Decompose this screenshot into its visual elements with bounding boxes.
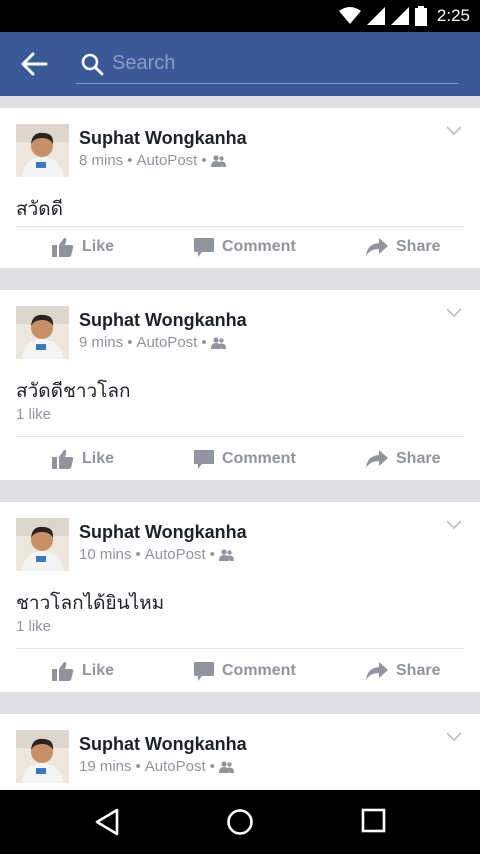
post-author[interactable]: Suphat Wongkanha	[79, 522, 247, 543]
friends-icon	[210, 154, 226, 167]
nav-back-icon[interactable]	[94, 808, 120, 836]
post-meta: 19 mins • AutoPost •	[79, 758, 234, 775]
search-placeholder: Search	[112, 52, 176, 74]
thumbs-up-icon	[52, 449, 74, 469]
meta-separator: •	[201, 152, 207, 169]
search-input[interactable]: Search	[76, 44, 458, 84]
like-count[interactable]: 1 like	[16, 406, 51, 423]
comment-button[interactable]: Comment	[194, 226, 296, 268]
chevron-down-icon[interactable]	[446, 126, 462, 136]
post-actions: Like Comment Share	[0, 438, 480, 480]
status-bar: 2:25	[0, 0, 480, 32]
post-time[interactable]: 8 mins	[79, 152, 123, 169]
post-app[interactable]: AutoPost	[145, 758, 206, 775]
comment-button[interactable]: Comment	[194, 650, 296, 692]
back-arrow-icon	[21, 52, 48, 76]
share-button[interactable]: Share	[366, 650, 440, 692]
post-card: Suphat Wongkanha 8 mins • AutoPost • สวั…	[0, 108, 480, 268]
share-label: Share	[396, 238, 441, 255]
post-time[interactable]: 19 mins	[79, 758, 132, 775]
meta-separator: •	[209, 546, 215, 563]
post-meta: 8 mins • AutoPost •	[79, 152, 226, 169]
top-app-bar: Search	[0, 32, 480, 96]
share-button[interactable]: Share	[366, 438, 440, 480]
post-time[interactable]: 10 mins	[79, 546, 132, 563]
meta-separator: •	[127, 334, 133, 351]
post-text: สวัดดีชาวโลก	[16, 381, 131, 402]
meta-separator: •	[127, 152, 133, 169]
post-author[interactable]: Suphat Wongkanha	[79, 734, 247, 755]
avatar[interactable]	[16, 730, 69, 783]
system-nav-bar	[0, 790, 480, 854]
post-app[interactable]: AutoPost	[136, 334, 197, 351]
status-icons: 2:25	[338, 6, 470, 26]
post-card: Suphat Wongkanha 9 mins • AutoPost • สวั…	[0, 290, 480, 480]
divider	[16, 648, 464, 649]
friends-icon	[218, 548, 234, 561]
search-icon	[81, 53, 104, 76]
battery-icon	[414, 6, 427, 26]
like-count[interactable]: 1 like	[16, 618, 51, 635]
share-icon	[366, 238, 388, 256]
comment-label: Comment	[222, 238, 296, 255]
avatar[interactable]	[16, 518, 69, 571]
post-author[interactable]: Suphat Wongkanha	[79, 310, 247, 331]
post-text: ชาวโลกได้ยินไหม	[16, 593, 165, 614]
post-app[interactable]: AutoPost	[145, 546, 206, 563]
thumbs-up-icon	[52, 661, 74, 681]
friends-icon	[210, 336, 226, 349]
avatar[interactable]	[16, 306, 69, 359]
post-meta: 10 mins • AutoPost •	[79, 546, 234, 563]
meta-separator: •	[201, 334, 207, 351]
like-label: Like	[82, 450, 115, 467]
signal-icon	[366, 7, 385, 25]
post-app[interactable]: AutoPost	[136, 152, 197, 169]
share-icon	[366, 450, 388, 468]
like-button[interactable]: Like	[52, 226, 114, 268]
comment-label: Comment	[222, 450, 296, 467]
like-button[interactable]: Like	[52, 650, 114, 692]
post-card: Suphat Wongkanha 19 mins • AutoPost •	[0, 714, 480, 790]
like-button[interactable]: Like	[52, 438, 114, 480]
chevron-down-icon[interactable]	[446, 732, 462, 742]
like-label: Like	[82, 238, 115, 255]
comment-icon	[194, 449, 214, 469]
comment-icon	[194, 237, 214, 257]
news-feed[interactable]: Suphat Wongkanha 8 mins • AutoPost • สวั…	[0, 96, 480, 790]
chevron-down-icon[interactable]	[446, 520, 462, 530]
post-text: สวัดดี	[16, 199, 63, 220]
status-time: 2:25	[436, 6, 470, 25]
chevron-down-icon[interactable]	[446, 308, 462, 318]
share-label: Share	[396, 662, 441, 679]
share-icon	[366, 662, 388, 680]
post-author[interactable]: Suphat Wongkanha	[79, 128, 247, 149]
post-time[interactable]: 9 mins	[79, 334, 123, 351]
comment-icon	[194, 661, 214, 681]
share-button[interactable]: Share	[366, 226, 440, 268]
post-card: Suphat Wongkanha 10 mins • AutoPost • ชา…	[0, 502, 480, 692]
friends-icon	[218, 760, 234, 773]
meta-separator: •	[135, 546, 141, 563]
comment-button[interactable]: Comment	[194, 438, 296, 480]
signal-icon	[390, 7, 409, 25]
post-meta: 9 mins • AutoPost •	[79, 334, 226, 351]
meta-separator: •	[209, 758, 215, 775]
like-label: Like	[82, 662, 115, 679]
avatar[interactable]	[16, 124, 69, 177]
share-label: Share	[396, 450, 441, 467]
back-button[interactable]	[20, 50, 52, 78]
nav-home-icon[interactable]	[226, 808, 254, 836]
comment-label: Comment	[222, 662, 296, 679]
wifi-icon	[338, 7, 361, 24]
divider	[16, 436, 464, 437]
post-actions: Like Comment Share	[0, 226, 480, 268]
nav-recents-icon[interactable]	[361, 808, 387, 834]
post-actions: Like Comment Share	[0, 650, 480, 692]
thumbs-up-icon	[52, 237, 74, 257]
meta-separator: •	[135, 758, 141, 775]
